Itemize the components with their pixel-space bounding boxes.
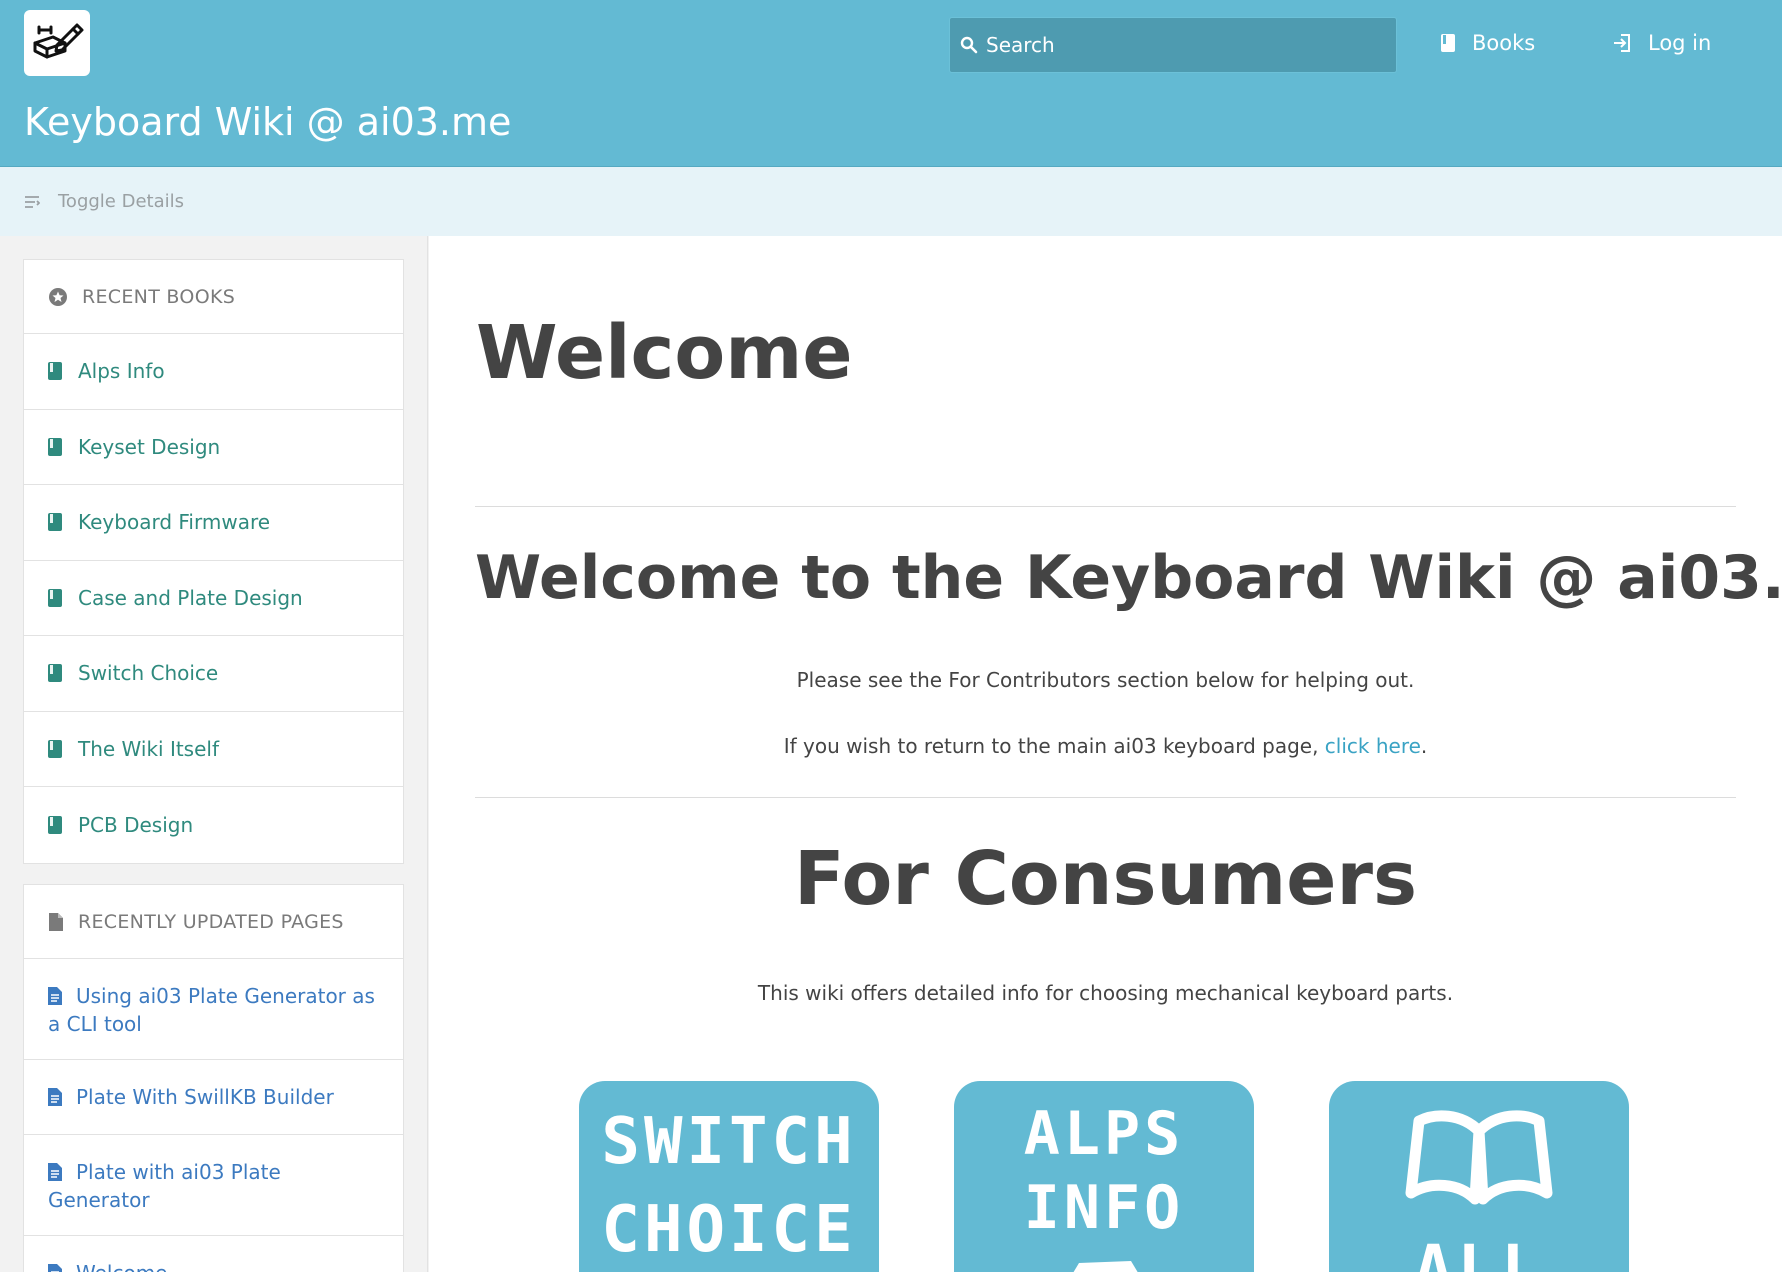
switch-choice-tile[interactable]: SWITCH CHOICE [579, 1081, 879, 1272]
nav-books-link[interactable]: Books [1440, 28, 1535, 58]
login-icon [1612, 33, 1632, 53]
book-link[interactable]: Keyset Design [24, 410, 403, 485]
page-link[interactable]: Using ai03 Plate Generator as a CLI tool [24, 959, 403, 1060]
contributors-paragraph: Please see the For Contributors section … [796, 668, 1415, 692]
book-link-label: Keyboard Firmware [78, 510, 271, 535]
book-link-label: Alps Info [78, 359, 165, 384]
alps-info-tile[interactable]: ALPS INFO [954, 1081, 1254, 1272]
welcome-heading: Welcome to the Keyboard Wiki @ ai03.me! [475, 543, 1782, 613]
star-circle-icon [48, 287, 68, 307]
search-icon [960, 36, 978, 54]
divider [475, 506, 1736, 507]
book-link[interactable]: Alps Info [24, 334, 403, 410]
document-icon [48, 1161, 62, 1187]
page-link-label: Plate with ai03 Plate Generator [48, 1160, 281, 1212]
page-link-label: Plate With SwillKB Builder [76, 1085, 334, 1109]
book-icon [1440, 33, 1456, 53]
click-here-link[interactable]: click here [1325, 734, 1421, 758]
recent-books-header: RECENT BOOKS [24, 260, 403, 334]
alps-info-tile-line2: INFO [1023, 1173, 1185, 1243]
book-icon [48, 664, 62, 683]
book-icon [48, 588, 62, 607]
return-text: If you wish to return to the main ai03 k… [783, 734, 1325, 758]
book-link[interactable]: The Wiki Itself [24, 712, 403, 787]
book-link-label: PCB Design [78, 812, 194, 837]
book-link[interactable]: Case and Plate Design [24, 561, 403, 636]
book-link-label: Case and Plate Design [78, 585, 303, 610]
top-header: Keyboard Wiki @ ai03.me Books Log in [0, 0, 1782, 167]
all-books-tile[interactable]: ALL [1329, 1081, 1629, 1272]
document-icon [48, 985, 62, 1011]
book-icon [48, 513, 62, 532]
main-content: Welcome Welcome to the Keyboard Wiki @ a… [429, 236, 1782, 1272]
nav-login-link[interactable]: Log in [1612, 28, 1711, 58]
recently-updated-header: RECENTLY UPDATED PAGES [24, 885, 403, 959]
consumers-heading: For Consumers [793, 836, 1418, 922]
document-icon [48, 1086, 62, 1112]
left-sidebar: RECENT BOOKS Alps Info Keyset Design Keybo… [0, 236, 428, 1272]
search-box[interactable] [949, 17, 1397, 73]
page-link-label: Using ai03 Plate Generator as a CLI tool [48, 984, 375, 1036]
consumers-paragraph: This wiki offers detailed info for choos… [757, 981, 1454, 1005]
site-title[interactable]: Keyboard Wiki @ ai03.me [24, 100, 511, 144]
book-icon [48, 437, 62, 456]
page-link[interactable]: Plate with ai03 Plate Generator [24, 1135, 403, 1236]
book-link-label: Switch Choice [78, 661, 219, 686]
book-link[interactable]: Switch Choice [24, 636, 403, 712]
page-title: Welcome [476, 310, 853, 396]
book-icon [48, 739, 62, 758]
document-icon [48, 1262, 62, 1272]
book-link-label: Keyset Design [78, 434, 221, 459]
book-icon [48, 362, 62, 381]
search-input[interactable] [986, 33, 1386, 57]
book-link-label: The Wiki Itself [78, 736, 220, 761]
return-text-end: . [1420, 734, 1428, 758]
toggle-details-label: Toggle Details [58, 191, 184, 212]
switch-choice-tile-line1: SWITCH [601, 1105, 857, 1179]
recent-books-title: RECENT BOOKS [82, 285, 236, 308]
toggle-details-bar[interactable]: Toggle Details [0, 167, 1782, 236]
recent-books-list: Alps Info Keyset Design Keyboard Firmware C… [24, 334, 403, 863]
recent-books-card: RECENT BOOKS Alps Info Keyset Design Keybo… [23, 259, 404, 864]
keyboard-pencil-logo-icon [33, 23, 84, 59]
site-logo[interactable] [24, 10, 90, 76]
page-link-label: Welcome [76, 1261, 167, 1272]
return-paragraph: If you wish to return to the main ai03 k… [475, 734, 1736, 758]
page-link[interactable]: Plate With SwillKB Builder [24, 1060, 403, 1135]
all-books-tile-label: ALL [1413, 1231, 1545, 1272]
open-book-icon [1405, 1110, 1553, 1205]
page-link[interactable]: Welcome [24, 1236, 403, 1272]
keycap-icon [1073, 1261, 1138, 1272]
nav-books-label: Books [1472, 31, 1536, 55]
book-icon [48, 815, 62, 834]
recently-updated-title: RECENTLY UPDATED PAGES [78, 910, 344, 933]
divider [475, 797, 1736, 798]
page-icon [48, 912, 64, 932]
book-link[interactable]: PCB Design [24, 787, 403, 863]
book-link[interactable]: Keyboard Firmware [24, 485, 403, 561]
details-icon [24, 195, 40, 209]
recently-updated-card: RECENTLY UPDATED PAGES Using ai03 Plate … [23, 884, 404, 1272]
switch-choice-tile-line2: CHOICE [601, 1193, 857, 1267]
nav-login-label: Log in [1648, 31, 1712, 55]
alps-info-tile-line1: ALPS [1023, 1099, 1185, 1169]
recently-updated-list: Using ai03 Plate Generator as a CLI tool… [24, 959, 403, 1272]
